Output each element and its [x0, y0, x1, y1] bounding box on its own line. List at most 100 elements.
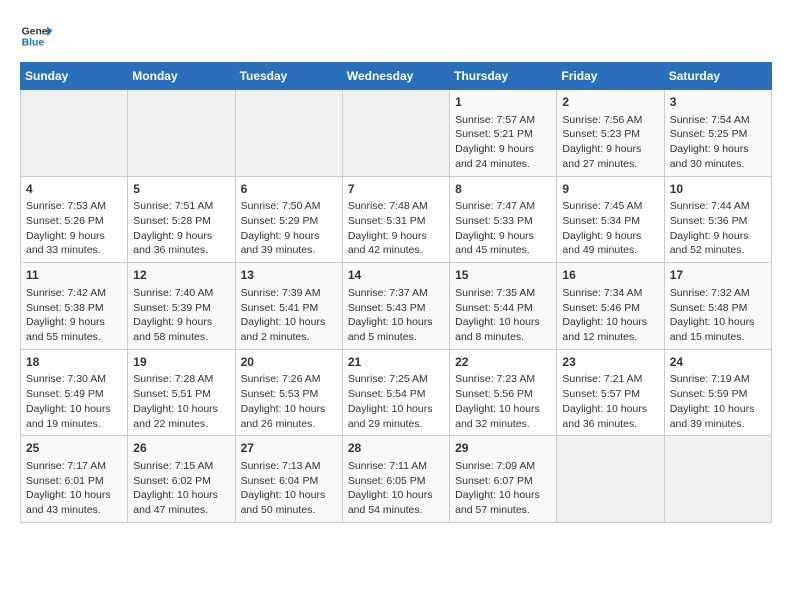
calendar-cell: 19Sunrise: 7:28 AM Sunset: 5:51 PM Dayli… [128, 349, 235, 436]
day-info: Sunrise: 7:15 AM Sunset: 6:02 PM Dayligh… [133, 459, 229, 518]
day-number: 29 [455, 440, 551, 457]
day-info: Sunrise: 7:56 AM Sunset: 5:23 PM Dayligh… [562, 113, 658, 172]
day-info: Sunrise: 7:13 AM Sunset: 6:04 PM Dayligh… [241, 459, 337, 518]
calendar-cell: 14Sunrise: 7:37 AM Sunset: 5:43 PM Dayli… [342, 263, 449, 350]
calendar-cell [21, 90, 128, 177]
calendar-cell: 3 Sunrise: 7:54 AM Sunset: 5:25 PM Daylig… [664, 90, 771, 177]
day-info: Sunrise: 7:37 AM Sunset: 5:43 PM Dayligh… [348, 286, 444, 345]
day-info: Sunrise: 7:45 AM Sunset: 5:34 PM Dayligh… [562, 199, 658, 258]
calendar-cell: 26 Sunrise: 7:15 AM Sunset: 6:02 PM Dayli… [128, 436, 235, 523]
day-info: Sunrise: 7:39 AM Sunset: 5:41 PM Dayligh… [241, 286, 337, 345]
day-number: 27 [241, 440, 337, 457]
day-number: 18 [26, 354, 122, 371]
calendar-cell: 13 Sunrise: 7:39 AM Sunset: 5:41 PM Dayli… [235, 263, 342, 350]
day-info: Sunrise: 7:23 AM Sunset: 5:56 PM Dayligh… [455, 372, 551, 431]
calendar-cell: 6Sunrise: 7:50 AM Sunset: 5:29 PM Daylig… [235, 176, 342, 263]
weekday-header-friday: Friday [557, 63, 664, 90]
day-number: 28 [348, 440, 444, 457]
calendar-cell [664, 436, 771, 523]
calendar-cell: 7Sunrise: 7:48 AM Sunset: 5:31 PM Daylig… [342, 176, 449, 263]
calendar-cell: 25 Sunrise: 7:17 AM Sunset: 6:01 PM Dayli… [21, 436, 128, 523]
day-number: 11 [26, 267, 122, 284]
day-info: Sunrise: 7:57 AM Sunset: 5:21 PM Dayligh… [455, 113, 551, 172]
day-info: Sunrise: 7:40 AM Sunset: 5:39 PM Dayligh… [133, 286, 229, 345]
calendar-cell: 9Sunrise: 7:45 AM Sunset: 5:34 PM Daylig… [557, 176, 664, 263]
calendar-cell: 4Sunrise: 7:53 AM Sunset: 5:26 PM Daylig… [21, 176, 128, 263]
weekday-header-thursday: Thursday [450, 63, 557, 90]
weekday-header-tuesday: Tuesday [235, 63, 342, 90]
day-info: Sunrise: 7:30 AM Sunset: 5:49 PM Dayligh… [26, 372, 122, 431]
day-number: 20 [241, 354, 337, 371]
day-info: Sunrise: 7:17 AM Sunset: 6:01 PM Dayligh… [26, 459, 122, 518]
day-number: 7 [348, 181, 444, 198]
day-number: 10 [670, 181, 766, 198]
calendar-cell: 23Sunrise: 7:21 AM Sunset: 5:57 PM Dayli… [557, 349, 664, 436]
svg-text:Blue: Blue [22, 38, 45, 49]
day-info: Sunrise: 7:50 AM Sunset: 5:29 PM Dayligh… [241, 199, 337, 258]
calendar-cell: 10Sunrise: 7:44 AM Sunset: 5:36 PM Dayli… [664, 176, 771, 263]
day-info: Sunrise: 7:09 AM Sunset: 6:07 PM Dayligh… [455, 459, 551, 518]
day-number: 8 [455, 181, 551, 198]
day-info: Sunrise: 7:32 AM Sunset: 5:48 PM Dayligh… [670, 286, 766, 345]
calendar-cell: 8Sunrise: 7:47 AM Sunset: 5:33 PM Daylig… [450, 176, 557, 263]
day-number: 25 [26, 440, 122, 457]
calendar-cell [235, 90, 342, 177]
day-number: 1 [455, 94, 551, 111]
day-info: Sunrise: 7:25 AM Sunset: 5:54 PM Dayligh… [348, 372, 444, 431]
calendar-cell: 18Sunrise: 7:30 AM Sunset: 5:49 PM Dayli… [21, 349, 128, 436]
day-number: 9 [562, 181, 658, 198]
day-info: Sunrise: 7:34 AM Sunset: 5:46 PM Dayligh… [562, 286, 658, 345]
day-number: 26 [133, 440, 229, 457]
calendar-cell [128, 90, 235, 177]
calendar-cell: 29 Sunrise: 7:09 AM Sunset: 6:07 PM Dayli… [450, 436, 557, 523]
calendar-cell: 28 Sunrise: 7:11 AM Sunset: 6:05 PM Dayli… [342, 436, 449, 523]
weekday-header-saturday: Saturday [664, 63, 771, 90]
day-info: Sunrise: 7:44 AM Sunset: 5:36 PM Dayligh… [670, 199, 766, 258]
day-info: Sunrise: 7:11 AM Sunset: 6:05 PM Dayligh… [348, 459, 444, 518]
day-number: 22 [455, 354, 551, 371]
day-info: Sunrise: 7:54 AM Sunset: 5:25 PM Dayligh… [670, 113, 766, 172]
day-info: Sunrise: 7:51 AM Sunset: 5:28 PM Dayligh… [133, 199, 229, 258]
page-header: General Blue [20, 20, 772, 52]
day-number: 16 [562, 267, 658, 284]
day-number: 2 [562, 94, 658, 111]
day-info: Sunrise: 7:42 AM Sunset: 5:38 PM Dayligh… [26, 286, 122, 345]
calendar-cell [557, 436, 664, 523]
day-number: 4 [26, 181, 122, 198]
weekday-header-monday: Monday [128, 63, 235, 90]
day-number: 6 [241, 181, 337, 198]
calendar-cell: 15 Sunrise: 7:35 AM Sunset: 5:44 PM Dayli… [450, 263, 557, 350]
day-info: Sunrise: 7:19 AM Sunset: 5:59 PM Dayligh… [670, 372, 766, 431]
calendar-cell: 21Sunrise: 7:25 AM Sunset: 5:54 PM Dayli… [342, 349, 449, 436]
day-number: 21 [348, 354, 444, 371]
calendar-cell: 5Sunrise: 7:51 AM Sunset: 5:28 PM Daylig… [128, 176, 235, 263]
day-info: Sunrise: 7:28 AM Sunset: 5:51 PM Dayligh… [133, 372, 229, 431]
calendar-cell: 22Sunrise: 7:23 AM Sunset: 5:56 PM Dayli… [450, 349, 557, 436]
calendar-cell: 16 Sunrise: 7:34 AM Sunset: 5:46 PM Dayli… [557, 263, 664, 350]
day-info: Sunrise: 7:21 AM Sunset: 5:57 PM Dayligh… [562, 372, 658, 431]
logo-icon: General Blue [20, 20, 52, 52]
day-number: 3 [670, 94, 766, 111]
day-info: Sunrise: 7:48 AM Sunset: 5:31 PM Dayligh… [348, 199, 444, 258]
calendar-cell: 11 Sunrise: 7:42 AM Sunset: 5:38 PM Dayli… [21, 263, 128, 350]
calendar-cell [342, 90, 449, 177]
day-info: Sunrise: 7:53 AM Sunset: 5:26 PM Dayligh… [26, 199, 122, 258]
day-number: 17 [670, 267, 766, 284]
day-info: Sunrise: 7:47 AM Sunset: 5:33 PM Dayligh… [455, 199, 551, 258]
calendar-cell: 12 Sunrise: 7:40 AM Sunset: 5:39 PM Dayli… [128, 263, 235, 350]
calendar-cell: 24Sunrise: 7:19 AM Sunset: 5:59 PM Dayli… [664, 349, 771, 436]
logo: General Blue [20, 20, 52, 52]
day-number: 13 [241, 267, 337, 284]
day-number: 5 [133, 181, 229, 198]
day-info: Sunrise: 7:26 AM Sunset: 5:53 PM Dayligh… [241, 372, 337, 431]
calendar-cell: 17 Sunrise: 7:32 AM Sunset: 5:48 PM Dayli… [664, 263, 771, 350]
day-number: 12 [133, 267, 229, 284]
day-number: 15 [455, 267, 551, 284]
calendar-cell: 20Sunrise: 7:26 AM Sunset: 5:53 PM Dayli… [235, 349, 342, 436]
calendar-table: SundayMondayTuesdayWednesdayThursdayFrid… [20, 62, 772, 523]
calendar-cell: 2 Sunrise: 7:56 AM Sunset: 5:23 PM Daylig… [557, 90, 664, 177]
day-info: Sunrise: 7:35 AM Sunset: 5:44 PM Dayligh… [455, 286, 551, 345]
day-number: 23 [562, 354, 658, 371]
weekday-header-wednesday: Wednesday [342, 63, 449, 90]
day-number: 24 [670, 354, 766, 371]
